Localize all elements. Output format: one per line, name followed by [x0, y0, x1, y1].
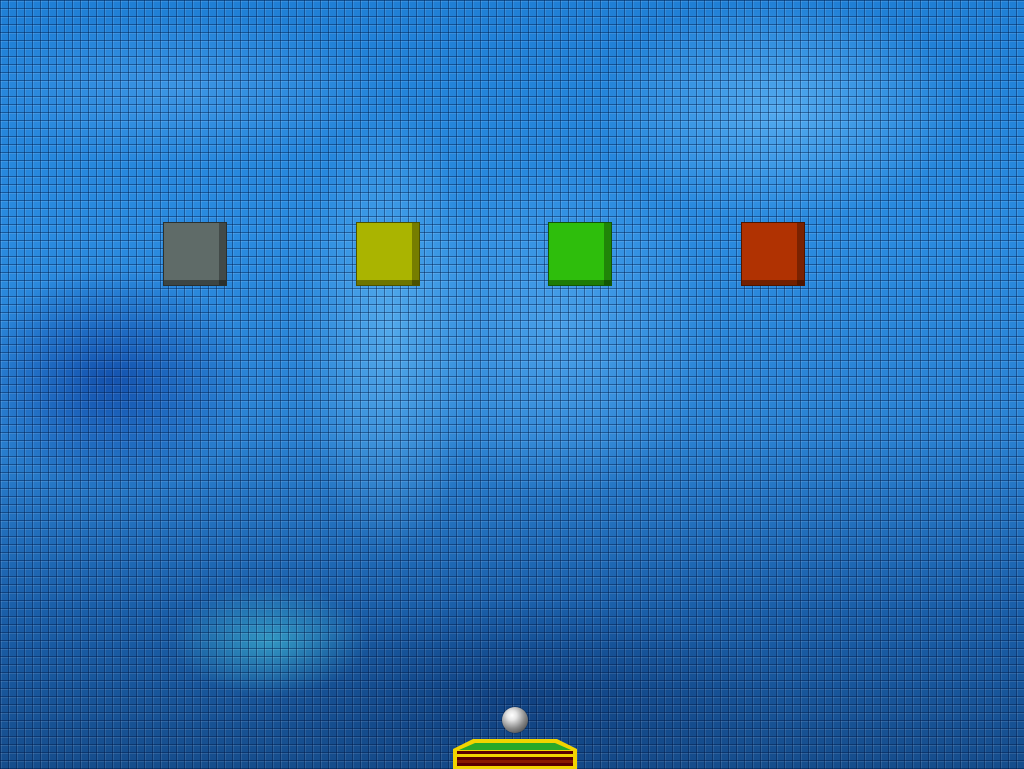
brick-shade	[797, 223, 804, 285]
brick-gray	[163, 222, 227, 286]
metal-ball-icon	[502, 707, 528, 733]
brick-shade	[219, 223, 226, 285]
paddle-body	[457, 751, 573, 766]
brick-shade	[412, 223, 419, 285]
game-board[interactable]	[0, 0, 1024, 769]
brick-shade	[357, 280, 419, 285]
brick-red	[741, 222, 805, 286]
paddle-stripe	[457, 754, 573, 757]
paddle-stripe	[457, 760, 573, 763]
brick-shade	[164, 280, 226, 285]
brick-yellow	[356, 222, 420, 286]
player-paddle[interactable]	[451, 737, 579, 769]
brick-shade	[549, 280, 611, 285]
brick-green	[548, 222, 612, 286]
brick-shade	[742, 280, 804, 285]
tile-grid-overlay	[0, 0, 1024, 769]
brick-shade	[604, 223, 611, 285]
paddle-top	[459, 743, 571, 750]
